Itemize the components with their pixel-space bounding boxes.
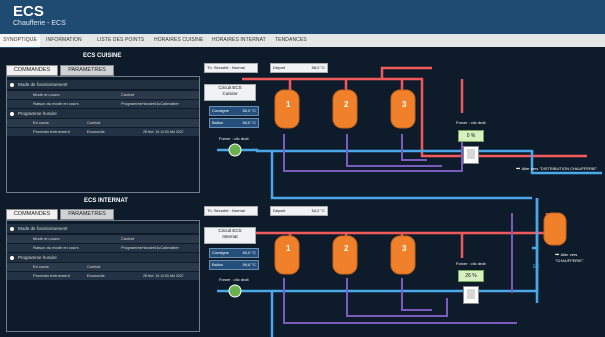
synoptic-diagram <box>217 66 602 337</box>
goto-chaufferie-link[interactable]: ➡ Aller vers "CHAUFFERIE" <box>555 252 605 264</box>
circuit-internat-label: Circuit ECS Internat <box>204 227 256 244</box>
tab-liste-des-points[interactable]: LISTE DES POINTS <box>97 34 144 47</box>
internat-panel: Mode de fonctionnement Mode en cours Con… <box>6 220 200 332</box>
tank-1-number: 1 <box>286 100 291 109</box>
tank-2-number: 2 <box>344 244 349 253</box>
forcer-hint-2: Forcer : clic droit <box>456 261 486 266</box>
tank-chaufferie <box>543 212 567 246</box>
securite-indicator: Th. Sécurité : Normal <box>204 63 258 73</box>
tab-synoptique[interactable]: SYNOPTIQUE <box>0 34 40 48</box>
forcer-hint: Forcer : clic droit <box>219 136 249 141</box>
cuisine-commandes-tab[interactable]: COMMANDES <box>6 65 58 76</box>
tank-3 <box>390 235 416 275</box>
internat-row-raison: Raison du mode en cours ProgrammeHoraire… <box>7 244 199 252</box>
cuisine-panel: Mode de fonctionnement Mode en cours Con… <box>6 76 200 193</box>
internat-parametres-tab[interactable]: PARAMETRES <box>60 209 114 220</box>
depart-temp: Départ 58,0 °C <box>270 63 328 73</box>
tank-3 <box>390 89 416 129</box>
tab-horaires-cuisine[interactable]: HORAIRES CUISINE <box>154 34 203 47</box>
page-title: ECS <box>13 3 44 20</box>
cuisine-row-raison: Raison du mode en cours ProgrammeHoraire… <box>7 100 199 108</box>
valve-percent: 26 % <box>458 270 484 282</box>
riser-pipe <box>288 233 464 258</box>
page-subtitle: Chaufferie - ECS <box>13 20 66 27</box>
bullet-icon <box>10 82 14 87</box>
return-pipe <box>401 278 432 311</box>
tank-2-number: 2 <box>344 100 349 109</box>
internat-section-mode: Mode de fonctionnement <box>7 224 199 233</box>
valve-icon[interactable] <box>463 146 479 164</box>
cuisine-section-programme: Programme horaire <box>7 109 199 118</box>
tank-2 <box>332 235 358 275</box>
cuisine-row-encours: En cours Confort <box>7 119 199 127</box>
internat-row-prochain: Prochain événement Economie 28 févr. 24 … <box>7 272 199 280</box>
valve-icon[interactable] <box>463 286 479 304</box>
cuisine-row-mode: Mode en cours Confort <box>7 91 199 99</box>
cold-water-pipe <box>217 289 274 337</box>
tab-information[interactable]: INFORMATION <box>46 34 82 47</box>
securite-indicator: Th. Sécurité : Normal <box>204 206 258 216</box>
pump-icon <box>228 143 242 157</box>
cuisine-row-prochain: Prochain événement Economie 28 févr. 24 … <box>7 128 199 136</box>
tank-1-number: 1 <box>286 244 291 253</box>
tank-3-number: 3 <box>402 244 407 253</box>
app-header: ECS Chaufferie - ECS <box>0 0 605 34</box>
internat-row-mode: Mode en cours Confort <box>7 235 199 243</box>
pump-icon <box>228 284 242 298</box>
consigne-temp: Consigne 60,0 °C <box>209 248 259 258</box>
depart-temp: Départ 54,2 °C <box>270 206 328 216</box>
forcer-hint: Forcer : clic droit <box>219 277 249 282</box>
hot-water-pipe <box>380 66 432 79</box>
bullet-icon <box>10 226 14 231</box>
cuisine-parametres-tab[interactable]: PARAMETRES <box>60 65 114 76</box>
arrow-right-icon: ➡ <box>516 166 521 172</box>
tank-1 <box>274 235 300 275</box>
tank-2 <box>332 89 358 129</box>
internat-row-encours: En cours Confort <box>7 263 199 271</box>
ballon-temp: Ballon 60,0 °C <box>209 118 259 128</box>
tab-tendances[interactable]: TENDANCES <box>275 34 307 47</box>
bullet-icon <box>10 111 14 116</box>
tank-1 <box>274 89 300 129</box>
consigne-temp: Consigne 60,0 °C <box>209 106 259 116</box>
goto-distribution-link[interactable]: ➡ Aller vers "DISTRIBUTION CHAUFFERIE" <box>516 166 597 172</box>
internat-section-programme: Programme horaire <box>7 253 199 262</box>
ef-label: EF <box>533 264 540 270</box>
valve-percent: 0 % <box>458 130 484 142</box>
ballon-temp: Ballon 59,8 °C <box>209 260 259 270</box>
tab-bar: SYNOPTIQUE INFORMATION LISTE DES POINTS … <box>0 34 605 48</box>
internat-commandes-tab[interactable]: COMMANDES <box>6 209 58 220</box>
tank-3-number: 3 <box>402 100 407 109</box>
bullet-icon <box>10 255 14 260</box>
cuisine-section-mode: Mode de fonctionnement <box>7 80 199 89</box>
internat-title: ECS INTERNAT <box>84 198 128 204</box>
cuisine-title: ECS CUISINE <box>83 53 122 59</box>
forcer-hint-2: Forcer : clic droit <box>456 120 486 125</box>
circuit-cuisine-label: Circuit ECS Cuisine <box>204 84 256 101</box>
tab-horaires-internat[interactable]: HORAIRES INTERNAT <box>212 34 266 47</box>
